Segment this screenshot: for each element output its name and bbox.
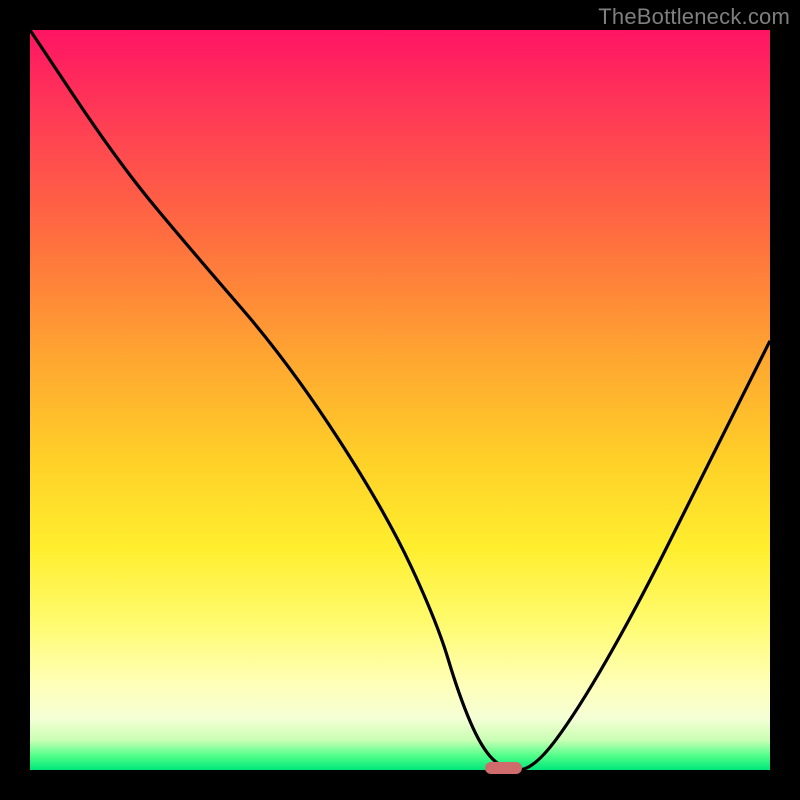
sweet-spot-marker xyxy=(485,762,522,774)
curve-path xyxy=(30,30,770,770)
watermark-text: TheBottleneck.com xyxy=(598,4,790,30)
plot-area xyxy=(30,30,770,770)
chart-frame: TheBottleneck.com xyxy=(0,0,800,800)
bottleneck-curve xyxy=(30,30,770,770)
